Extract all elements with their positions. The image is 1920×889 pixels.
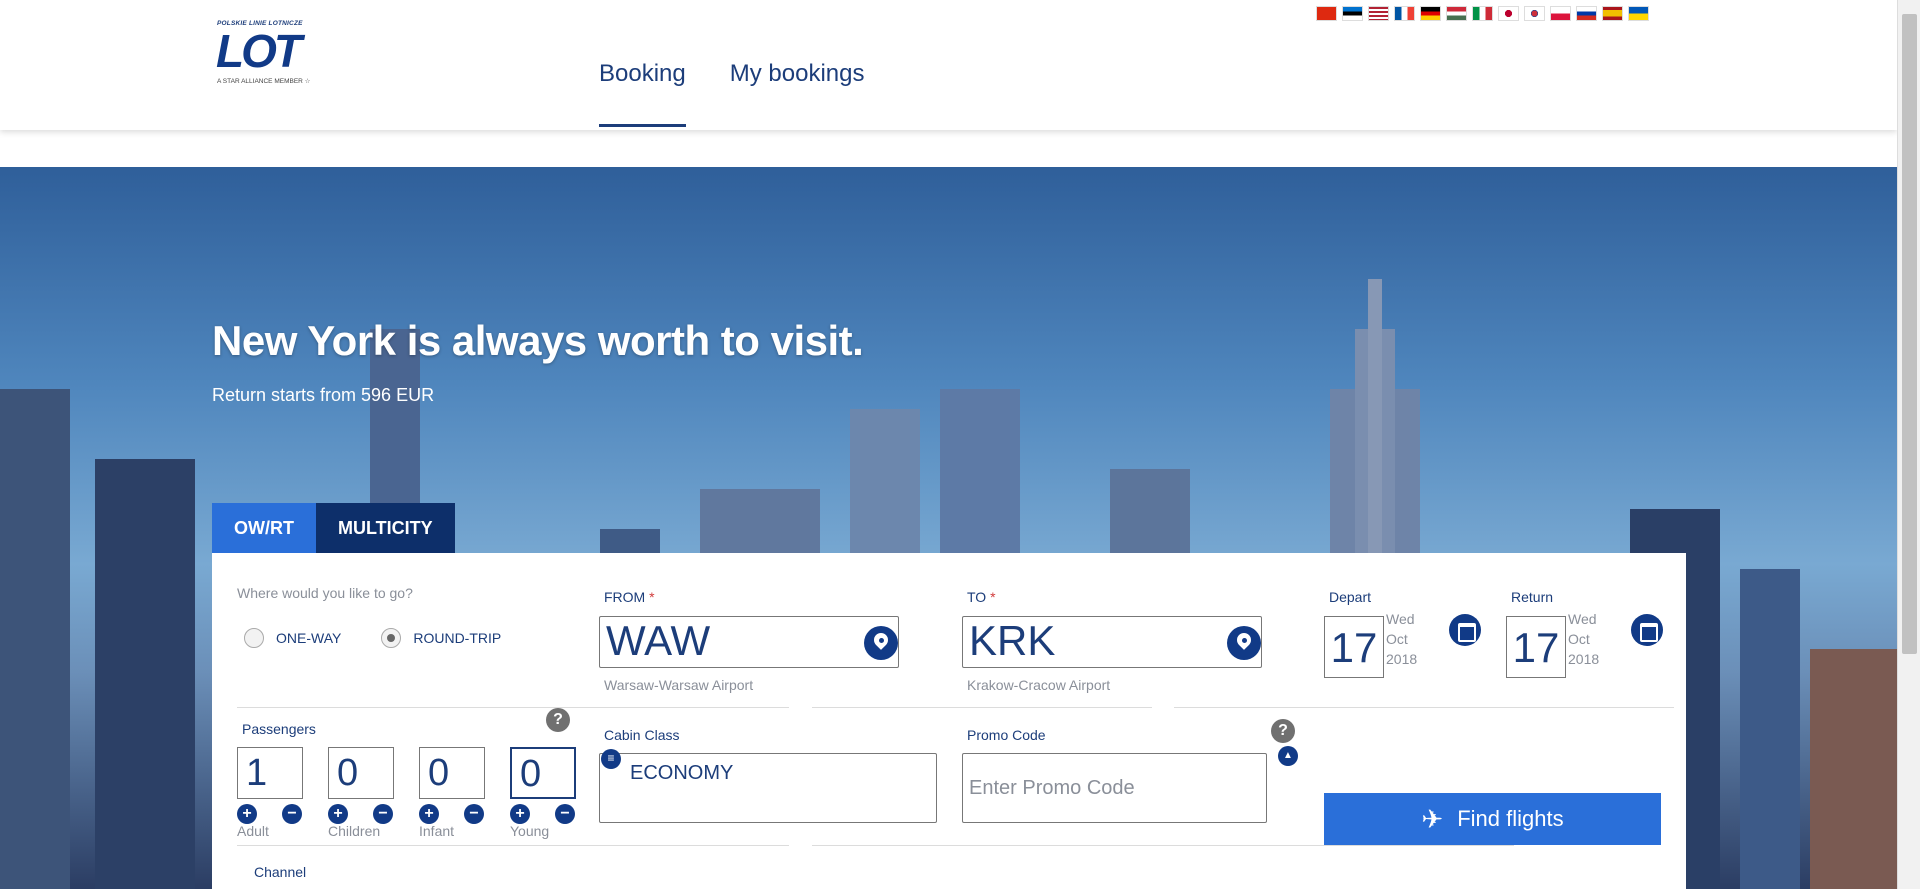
cabin-class-select[interactable]: ECONOMY (599, 753, 937, 823)
depart-weekday: Wed (1386, 611, 1415, 627)
from-airport-name: Warsaw-Warsaw Airport (604, 677, 754, 693)
lot-logo[interactable]: POLSKIE LINIE LOTNICZE LOT A STAR ALLIAN… (216, 18, 326, 90)
tab-ow-rt[interactable]: OW/RT (212, 503, 316, 553)
from-label: FROM * (604, 589, 655, 605)
return-year: 2018 (1568, 651, 1600, 667)
divider (812, 845, 1514, 846)
airplane-icon: ✈ (1421, 803, 1444, 834)
return-date-meta: Wed Oct 2018 (1568, 609, 1599, 669)
infant-minus-button[interactable]: − (464, 804, 484, 824)
required-mark: * (649, 589, 655, 605)
divider (237, 845, 789, 846)
passengers-help-icon[interactable]: ? (546, 708, 570, 732)
flag-poland-icon[interactable] (1550, 6, 1571, 21)
to-label: TO * (967, 589, 996, 605)
children-minus-button[interactable]: − (373, 804, 393, 824)
to-airport-name: Krakow-Cracow Airport (967, 677, 1111, 693)
return-calendar-icon[interactable] (1631, 614, 1663, 646)
tab-multicity[interactable]: MULTICITY (316, 503, 455, 553)
flag-spain-icon[interactable] (1602, 6, 1623, 21)
flag-hungary-icon[interactable] (1446, 6, 1467, 21)
young-plus-button[interactable]: + (510, 804, 530, 824)
search-mode-tabs: OW/RT MULTICITY (212, 503, 455, 553)
return-day-input[interactable]: 17 (1506, 616, 1566, 678)
hero-title: New York is always worth to visit. (212, 317, 864, 364)
round-trip-label[interactable]: ROUND-TRIP (413, 630, 501, 646)
return-weekday: Wed (1568, 611, 1597, 627)
flag-russia-icon[interactable] (1576, 6, 1597, 21)
depart-year: 2018 (1386, 651, 1418, 667)
flag-china-icon[interactable] (1316, 6, 1337, 21)
flag-japan-icon[interactable] (1498, 6, 1519, 21)
nav-booking[interactable]: Booking (599, 60, 686, 127)
depart-date-meta: Wed Oct 2018 (1386, 609, 1417, 669)
promo-collapse-icon[interactable]: ▲ (1278, 746, 1298, 766)
from-location-pin-icon[interactable] (864, 626, 898, 660)
adult-count-input[interactable]: 1 (237, 747, 303, 799)
adult-caption: Adult (237, 823, 269, 839)
return-label: Return (1511, 589, 1554, 605)
required-mark: * (990, 589, 996, 605)
promo-help-icon[interactable]: ? (1271, 719, 1295, 743)
to-airport-input[interactable]: KRK (962, 616, 1262, 668)
trip-type-group: ONE-WAY ROUND-TRIP (244, 628, 529, 648)
depart-month: Oct (1386, 631, 1408, 647)
children-count-input[interactable]: 0 (328, 747, 394, 799)
from-label-text: FROM (604, 589, 646, 605)
scrollbar-thumb[interactable] (1902, 14, 1917, 654)
to-location-pin-icon[interactable] (1227, 626, 1261, 660)
infant-count-input[interactable]: 0 (419, 747, 485, 799)
flag-korea-icon[interactable] (1524, 6, 1545, 21)
flag-germany-icon[interactable] (1420, 6, 1441, 21)
depart-label: Depart (1329, 589, 1372, 605)
flag-france-icon[interactable] (1394, 6, 1415, 21)
flag-ukraine-icon[interactable] (1628, 6, 1649, 21)
depart-calendar-icon[interactable] (1449, 614, 1481, 646)
flag-usa-icon[interactable] (1368, 6, 1389, 21)
to-label-text: TO (967, 589, 987, 605)
booking-form: Where would you like to go? ONE-WAY ROUN… (212, 553, 1686, 889)
skyline-building (1810, 649, 1897, 889)
infant-caption: Infant (419, 823, 455, 839)
find-flights-button[interactable]: ✈ Find flights (1324, 793, 1661, 845)
skyline-building (0, 389, 70, 889)
return-month: Oct (1568, 631, 1590, 647)
adult-minus-button[interactable]: − (282, 804, 302, 824)
divider (237, 707, 789, 708)
nav-my-bookings[interactable]: My bookings (730, 60, 865, 127)
page-scrollbar[interactable] (1897, 0, 1920, 889)
divider (1324, 707, 1674, 708)
logo-alliance-text: A STAR ALLIANCE MEMBER ☆ (217, 78, 311, 85)
promo-code-label: Promo Code (967, 727, 1046, 743)
from-airport-input[interactable]: WAW (599, 616, 899, 668)
passengers-label: Passengers (242, 721, 316, 737)
cabin-class-label: Cabin Class (604, 727, 680, 743)
young-minus-button[interactable]: − (555, 804, 575, 824)
site-header: POLSKIE LINIE LOTNICZE LOT A STAR ALLIAN… (0, 0, 1897, 130)
one-way-label[interactable]: ONE-WAY (276, 630, 341, 646)
infant-plus-button[interactable]: + (419, 804, 439, 824)
skyline-building (95, 459, 195, 889)
young-caption: Young (510, 823, 550, 839)
children-plus-button[interactable]: + (328, 804, 348, 824)
adult-plus-button[interactable]: + (237, 804, 257, 824)
channel-label: Channel (254, 864, 307, 880)
main-nav: Booking My bookings (599, 60, 864, 127)
children-caption: Children (328, 823, 381, 839)
divider (812, 707, 1152, 708)
trip-question: Where would you like to go? (237, 585, 413, 601)
round-trip-radio[interactable] (381, 628, 402, 648)
flag-estonia-icon[interactable] (1342, 6, 1363, 21)
promo-code-input[interactable] (962, 753, 1267, 823)
one-way-radio[interactable] (244, 628, 264, 648)
skyline-building (1740, 569, 1800, 889)
cabin-menu-icon[interactable]: ≡ (601, 749, 621, 769)
hero-subtitle: Return starts from 596 EUR (212, 385, 435, 405)
depart-day-input[interactable]: 17 (1324, 616, 1384, 678)
language-selector (1316, 6, 1649, 21)
logo-wordmark: LOT (216, 25, 302, 77)
young-count-input[interactable]: 0 (510, 747, 576, 799)
flag-italy-icon[interactable] (1472, 6, 1493, 21)
find-flights-label: Find flights (1457, 806, 1564, 831)
